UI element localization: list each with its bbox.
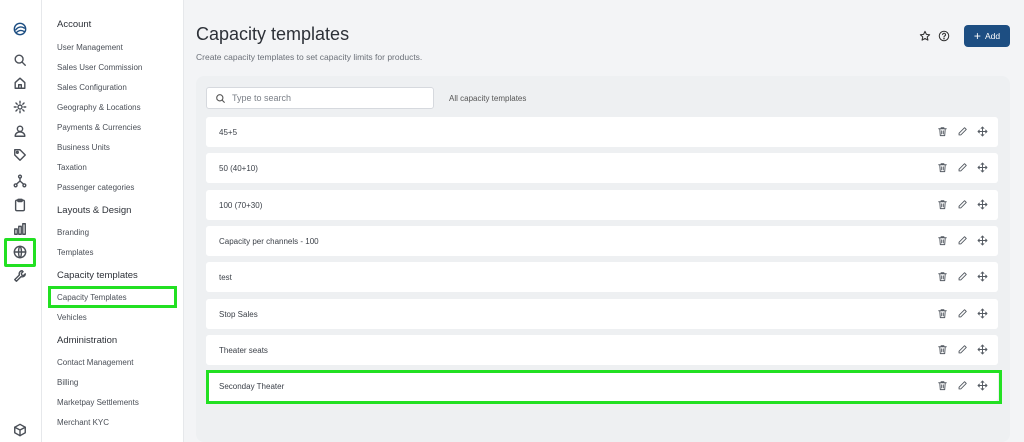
- page-subtitle: Create capacity templates to set capacit…: [196, 52, 423, 62]
- template-row[interactable]: Theater seats: [206, 335, 998, 365]
- bar-chart-icon[interactable]: [11, 220, 29, 238]
- delete-icon[interactable]: [936, 270, 948, 283]
- edit-icon[interactable]: [956, 307, 968, 320]
- sidebar-item-templates[interactable]: Templates: [57, 248, 93, 257]
- row-actions: [936, 343, 988, 356]
- template-name: Stop Sales: [219, 309, 258, 319]
- delete-icon[interactable]: [936, 125, 948, 138]
- cube-icon[interactable]: [11, 421, 29, 439]
- search-input[interactable]: [232, 93, 422, 103]
- row-actions: [936, 125, 988, 138]
- search-box[interactable]: [206, 87, 434, 109]
- wrench-icon[interactable]: [11, 267, 29, 285]
- sidebar-item-merchant-kyc[interactable]: Merchant KYC: [57, 418, 109, 427]
- section-title-capacity-templates: Capacity templates: [57, 270, 138, 281]
- sidebar-item-marketpay-settlements[interactable]: Marketpay Settlements: [57, 398, 139, 407]
- template-name: 50 (40+10): [219, 163, 258, 173]
- sidebar-item-sales-user-commission[interactable]: Sales User Commission: [57, 63, 142, 72]
- move-icon[interactable]: [976, 125, 988, 138]
- sidebar-item-contact-management[interactable]: Contact Management: [57, 358, 134, 367]
- edit-icon[interactable]: [956, 270, 968, 283]
- main-content: Capacity templates Create capacity templ…: [184, 0, 1024, 442]
- delete-icon[interactable]: [936, 343, 948, 356]
- template-name: Capacity per channels - 100: [219, 236, 319, 246]
- template-name: 45+5: [219, 127, 238, 137]
- row-actions: [936, 234, 988, 247]
- globe-icon-highlight: [4, 238, 36, 267]
- edit-icon[interactable]: [956, 234, 968, 247]
- logo-icon[interactable]: [11, 20, 29, 38]
- search-icon[interactable]: [11, 51, 29, 69]
- template-name: 100 (70+30): [219, 200, 263, 210]
- active-item-highlight: [48, 286, 177, 308]
- page-title: Capacity templates: [196, 24, 350, 44]
- row-actions: [936, 270, 988, 283]
- delete-icon[interactable]: [936, 307, 948, 320]
- sidebar-item-geography-locations[interactable]: Geography & Locations: [57, 103, 141, 112]
- delete-icon[interactable]: [936, 234, 948, 247]
- settings-sidebar: Account User Management Sales User Commi…: [42, 0, 184, 442]
- move-icon[interactable]: [976, 198, 988, 211]
- template-name: Theater seats: [219, 345, 268, 355]
- network-icon[interactable]: [11, 172, 29, 190]
- selected-row-highlight: [206, 370, 1002, 404]
- delete-icon[interactable]: [936, 161, 948, 174]
- clipboard-icon[interactable]: [11, 196, 29, 214]
- edit-icon[interactable]: [956, 198, 968, 211]
- move-icon[interactable]: [976, 307, 988, 320]
- move-icon[interactable]: [976, 343, 988, 356]
- sidebar-item-sales-configuration[interactable]: Sales Configuration: [57, 83, 127, 92]
- delete-icon[interactable]: [936, 198, 948, 211]
- tag-icon[interactable]: [11, 146, 29, 164]
- sidebar-item-branding[interactable]: Branding: [57, 228, 89, 237]
- search-icon: [216, 93, 226, 103]
- row-actions: [936, 161, 988, 174]
- template-row[interactable]: 50 (40+10): [206, 153, 998, 183]
- edit-icon[interactable]: [956, 125, 968, 138]
- move-icon[interactable]: [976, 161, 988, 174]
- template-name: test: [219, 272, 232, 282]
- template-row[interactable]: test: [206, 262, 998, 292]
- sidebar-item-vehicles[interactable]: Vehicles: [57, 313, 87, 322]
- sidebar-item-passenger-categories[interactable]: Passenger categories: [57, 183, 134, 192]
- plus-icon: +: [973, 29, 981, 43]
- home-icon[interactable]: [11, 74, 29, 92]
- edit-icon[interactable]: [956, 343, 968, 356]
- sidebar-item-taxation[interactable]: Taxation: [57, 163, 87, 172]
- edit-icon[interactable]: [956, 161, 968, 174]
- add-button-label: Add: [984, 31, 1001, 41]
- settings-icon[interactable]: [11, 98, 29, 116]
- help-icon[interactable]: [937, 29, 951, 43]
- section-title-administration: Administration: [57, 335, 118, 346]
- template-row[interactable]: 100 (70+30): [206, 190, 998, 220]
- add-button[interactable]: + Add: [964, 25, 1010, 47]
- filter-label[interactable]: All capacity templates: [449, 94, 526, 103]
- section-title-layouts-design: Layouts & Design: [57, 205, 132, 216]
- icon-rail: [0, 0, 42, 442]
- section-title-account: Account: [57, 19, 92, 30]
- sidebar-item-payments-currencies[interactable]: Payments & Currencies: [57, 123, 141, 132]
- template-row[interactable]: Capacity per channels - 100: [206, 226, 998, 256]
- templates-panel: All capacity templates 45+5 50 (40+10) 100…: [196, 76, 1010, 442]
- move-icon[interactable]: [976, 234, 988, 247]
- sidebar-item-billing[interactable]: Billing: [57, 378, 78, 387]
- row-actions: [936, 198, 988, 211]
- user-icon[interactable]: [11, 122, 29, 140]
- template-row[interactable]: Stop Sales: [206, 299, 998, 329]
- star-icon[interactable]: [918, 29, 932, 43]
- sidebar-item-business-units[interactable]: Business Units: [57, 143, 110, 152]
- sidebar-item-user-management[interactable]: User Management: [57, 43, 123, 52]
- move-icon[interactable]: [976, 270, 988, 283]
- template-row[interactable]: 45+5: [206, 117, 998, 147]
- row-actions: [936, 307, 988, 320]
